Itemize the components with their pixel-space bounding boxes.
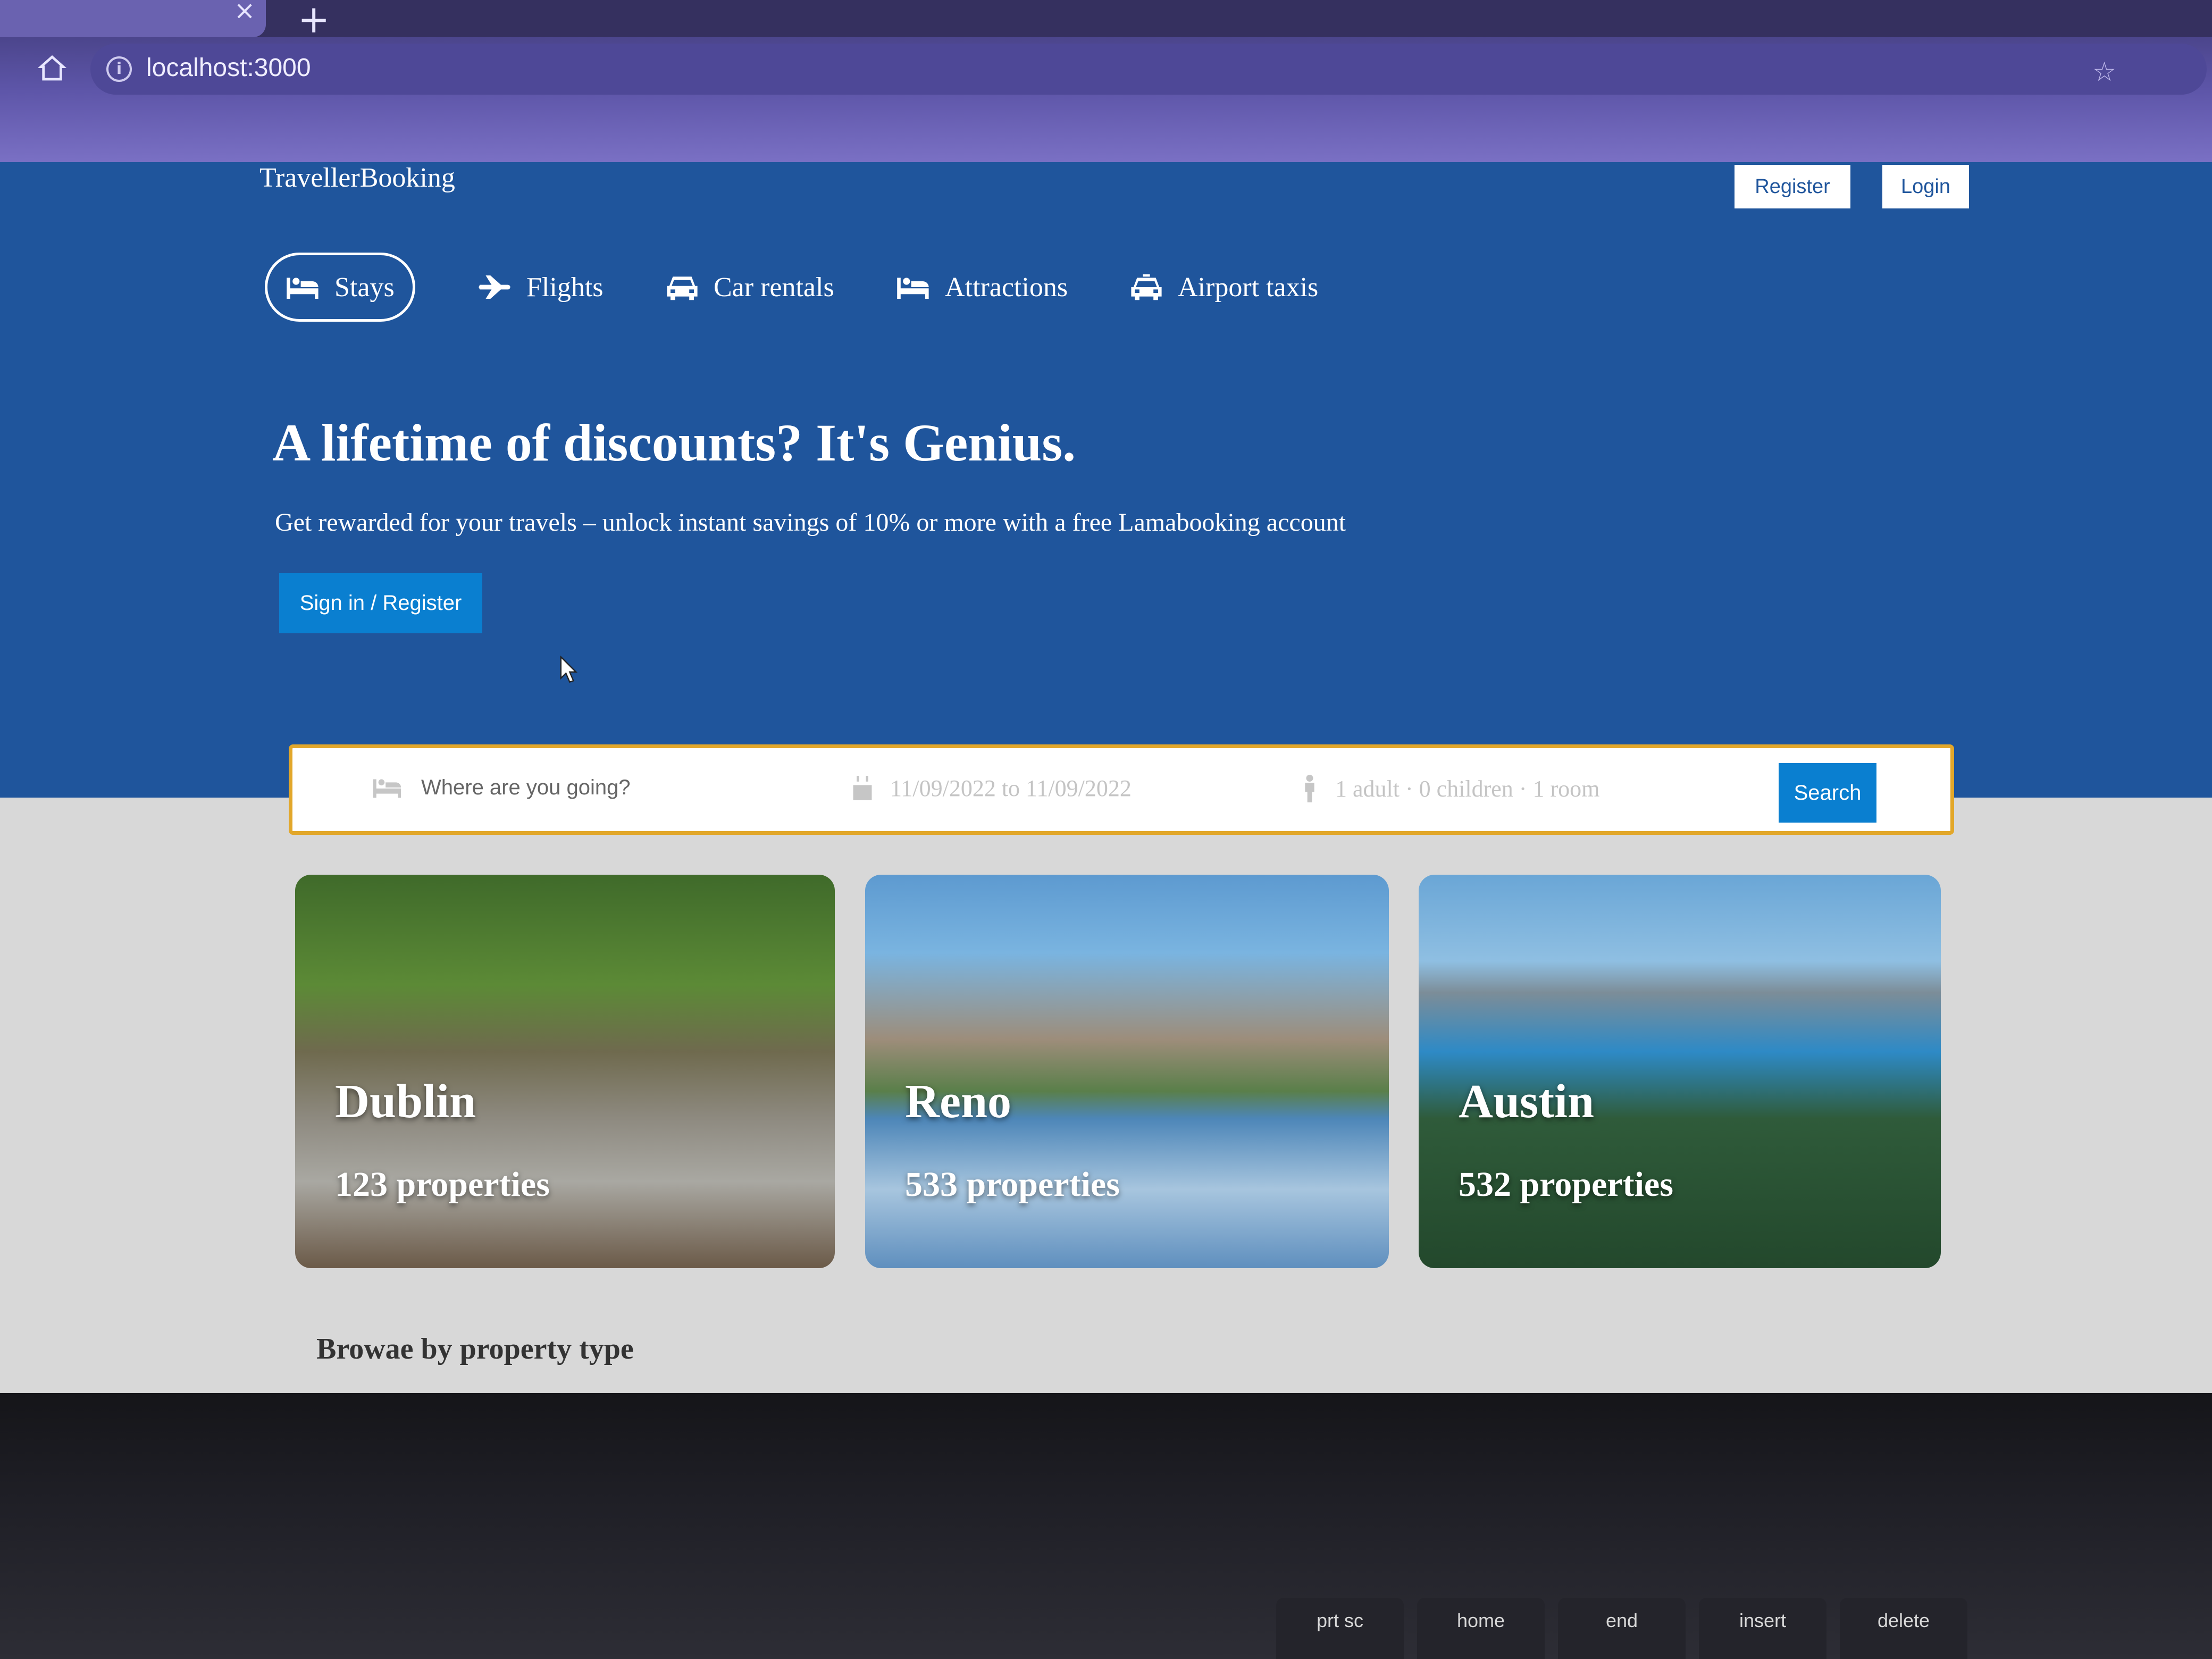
hero-title: A lifetime of discounts? It's Genius. <box>272 413 1076 472</box>
featured-property-count: 123 properties <box>335 1165 550 1204</box>
property-type-section-title: Browae by property type <box>316 1333 634 1365</box>
nav-item-label: Airport taxis <box>1178 272 1319 303</box>
nav-item-label: Attractions <box>945 272 1068 303</box>
featured-card-reno[interactable]: Reno 533 properties <box>865 875 1389 1268</box>
guests-rooms-text[interactable]: 1 adult · 0 children · 1 room <box>1335 775 1599 802</box>
plane-icon <box>479 275 510 299</box>
home-icon[interactable] <box>37 53 67 83</box>
site-header: TravellerBooking Register Login Stays Fl… <box>0 162 2212 798</box>
browser-chrome: × + i localhost:3000 ☆ <box>0 0 2212 162</box>
register-button[interactable]: Register <box>1735 165 1850 208</box>
featured-property-count: 533 properties <box>905 1165 1120 1204</box>
tab-strip: × + <box>0 0 2212 41</box>
bed-icon <box>897 278 929 299</box>
car-icon <box>667 276 698 300</box>
mouse-cursor-icon <box>560 656 577 683</box>
sign-in-register-button[interactable]: Sign in / Register <box>279 573 482 633</box>
nav-item-label: Stays <box>334 272 395 303</box>
featured-city-name: Reno <box>905 1075 1011 1128</box>
nav-item-car-rentals[interactable]: Car rentals <box>665 253 834 322</box>
featured-card-austin[interactable]: Austin 532 properties <box>1419 875 1941 1268</box>
search-button[interactable]: Search <box>1779 763 1876 823</box>
browser-tab[interactable]: × <box>0 0 266 37</box>
featured-city-name: Dublin <box>335 1075 476 1128</box>
bookmark-icon[interactable]: ☆ <box>2092 56 2143 87</box>
nav-item-airport-taxis[interactable]: Airport taxis <box>1129 253 1318 322</box>
address-bar-actions[interactable]: ☆ <box>2092 56 2143 87</box>
date-range-text[interactable]: 11/09/2022 to 11/09/2022 <box>890 775 1132 802</box>
featured-property-count: 532 properties <box>1459 1165 1673 1204</box>
keyboard-key-prt-sc: prt sc <box>1276 1598 1404 1659</box>
login-button[interactable]: Login <box>1882 165 1969 208</box>
taxi-icon <box>1131 274 1162 300</box>
nav-item-stays[interactable]: Stays <box>265 253 415 322</box>
keyboard-key-end: end <box>1558 1598 1686 1659</box>
address-bar[interactable]: i localhost:3000 ☆ <box>90 44 2207 95</box>
destination-field[interactable] <box>372 775 793 800</box>
date-field[interactable]: 11/09/2022 to 11/09/2022 <box>851 775 1132 802</box>
url-text[interactable]: localhost:3000 <box>146 53 311 82</box>
search-bar: 11/09/2022 to 11/09/2022 1 adult · 0 chi… <box>289 744 1954 835</box>
nav-item-attractions[interactable]: Attractions <box>896 253 1068 322</box>
destination-input[interactable] <box>421 775 793 800</box>
nav-item-flights[interactable]: Flights <box>477 253 604 322</box>
bed-icon <box>287 278 319 299</box>
new-tab-icon[interactable]: + <box>298 0 330 41</box>
info-icon[interactable]: i <box>106 56 132 82</box>
bed-icon <box>373 779 401 798</box>
logo[interactable]: TravellerBooking <box>259 162 455 194</box>
featured-city-name: Austin <box>1459 1075 1595 1128</box>
keyboard-key-home: home <box>1417 1598 1545 1659</box>
featured-card-dublin[interactable]: Dublin 123 properties <box>295 875 835 1268</box>
nav-item-label: Car rentals <box>714 272 834 303</box>
keyboard-key-delete: delete <box>1840 1598 1967 1659</box>
calendar-icon <box>853 775 872 800</box>
keyboard-key-insert: insert <box>1699 1598 1826 1659</box>
person-icon <box>1305 775 1314 802</box>
hero-subtitle: Get rewarded for your travels – unlock i… <box>275 508 1346 537</box>
nav-item-label: Flights <box>526 272 604 303</box>
options-field[interactable]: 1 adult · 0 children · 1 room <box>1300 775 1599 802</box>
tab-close-icon[interactable]: × <box>234 0 255 23</box>
